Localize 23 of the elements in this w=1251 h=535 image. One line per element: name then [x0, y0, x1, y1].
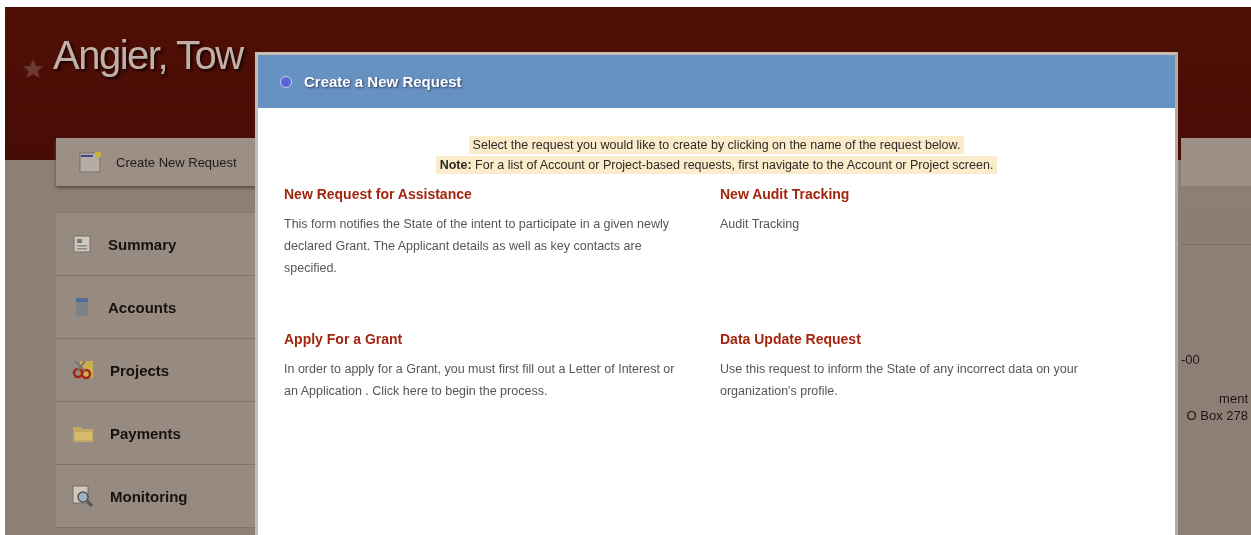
- dialog-bullet-icon: [280, 75, 292, 88]
- document-icon: [78, 151, 102, 173]
- sidebar-label: Accounts: [108, 298, 177, 316]
- request-description: Use this request to inform the State of any incorrect data on your organization's profile.: [720, 361, 1079, 400]
- magnifier-icon: [72, 485, 94, 507]
- note-text: Note: For a list of Account or Project-based requests, first navigate to the Account or Project screen.: [435, 156, 998, 174]
- scissors-icon: [72, 360, 94, 380]
- sidebar-label: Projects: [110, 361, 170, 379]
- toolbar-background: [1181, 138, 1251, 186]
- instruction-text: Select the request you would like to create by clicking on the name of the request below.: [468, 136, 965, 154]
- sidebar-label: Payments: [110, 424, 181, 442]
- dialog-title: Create a New Request: [304, 73, 462, 90]
- sidebar-label: Monitoring: [110, 487, 188, 505]
- report-icon: [72, 234, 92, 254]
- organization-title: Angier, Tow: [53, 33, 243, 78]
- detail-text: ment: [1219, 391, 1248, 406]
- sidebar-label: Summary: [108, 235, 177, 253]
- request-link[interactable]: Data Update Request: [720, 331, 861, 347]
- detail-text: -00: [1181, 352, 1200, 367]
- request-link[interactable]: New Audit Tracking: [720, 186, 850, 202]
- detail-text: O Box 278: [1186, 408, 1248, 423]
- request-link[interactable]: New Request for Assistance: [284, 186, 472, 202]
- request-description: Audit Tracking: [720, 216, 801, 233]
